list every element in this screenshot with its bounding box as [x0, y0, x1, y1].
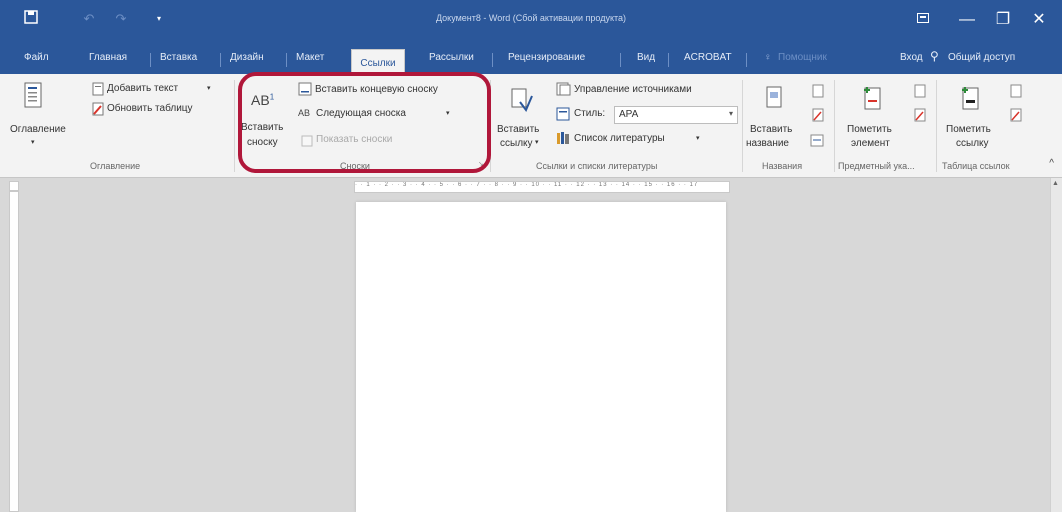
update-table-button[interactable]: Обновить таблицу [107, 103, 193, 114]
ribbon-tabs: Файл Главная Вставка Дизайн Макет Ссылки… [0, 40, 1062, 74]
insert-table-of-figures-icon[interactable] [812, 84, 824, 103]
vertical-ruler[interactable] [9, 191, 19, 512]
citations-group-label: Ссылки и списки литературы [536, 161, 658, 171]
minimize-icon: — [959, 11, 975, 28]
word-window: ↶ ↷ ▾ Документ8 - Word (Сбой активации п… [0, 0, 1062, 512]
chevron-down-icon: ▾ [728, 109, 733, 118]
share-icon[interactable]: ⚲ [930, 49, 939, 63]
mark-citation-label-1[interactable]: Пометить [946, 124, 991, 135]
share-button[interactable]: Общий доступ [948, 52, 1015, 63]
window-title: Документ8 - Word (Сбой активации продукт… [435, 13, 627, 23]
insert-index-icon[interactable] [914, 84, 926, 103]
mark-entry-icon [862, 84, 882, 115]
style-label: Стиль: [574, 108, 606, 119]
ribbon: Оглавление ▾ Добавить текст ▾ Обновить т… [0, 74, 1062, 178]
cross-reference-icon[interactable] [810, 134, 824, 152]
add-text-dropdown-icon[interactable]: ▾ [207, 84, 211, 92]
tell-me-icon[interactable]: ♀ [764, 52, 772, 63]
tab-insert[interactable]: Вставка [160, 52, 197, 63]
table-of-contents-icon [24, 82, 42, 113]
tab-review[interactable]: Рецензирование [508, 52, 585, 63]
toc-dropdown-icon[interactable]: ▾ [31, 138, 35, 146]
tab-design[interactable]: Дизайн [230, 52, 264, 63]
mark-entry-label-2[interactable]: элемент [851, 138, 890, 149]
bibliography-dropdown-icon[interactable]: ▾ [696, 134, 700, 142]
captions-group-label: Названия [762, 161, 803, 171]
insert-citation-dropdown-icon[interactable]: ▾ [535, 138, 539, 146]
style-icon [556, 107, 571, 126]
minimize-button[interactable]: — [950, 6, 984, 34]
restore-button[interactable]: ❐ [986, 6, 1020, 34]
tell-me-box[interactable]: Помощник [778, 52, 827, 63]
title-bar: ↶ ↷ ▾ Документ8 - Word (Сбой активации п… [0, 0, 1062, 40]
tab-selector[interactable] [9, 181, 19, 191]
sign-in-link[interactable]: Вход [900, 52, 923, 63]
group-divider [936, 80, 937, 172]
toc-group-label: Оглавление [90, 161, 141, 171]
horizontal-ruler[interactable]: · · 1 · · 2 · · 3 · · 4 · · 5 · · 6 · · … [354, 181, 730, 193]
group-divider [834, 80, 835, 172]
tab-divider [746, 53, 747, 67]
bibliography-icon [556, 131, 571, 150]
insert-citation-label-2[interactable]: ссылку [500, 138, 533, 149]
tab-divider [492, 53, 493, 67]
footnotes-highlight-frame [238, 72, 491, 173]
insert-citation-label-1[interactable]: Вставить [497, 124, 539, 135]
document-page[interactable] [356, 202, 726, 512]
tab-home[interactable]: Главная [89, 52, 127, 63]
citation-style-value: APA [619, 109, 639, 120]
update-table-icon [92, 102, 104, 121]
update-index-icon[interactable] [914, 108, 926, 127]
mark-citation-icon [960, 84, 980, 115]
vertical-scrollbar[interactable]: ▲ [1050, 178, 1062, 512]
tab-layout[interactable]: Макет [296, 52, 324, 63]
add-text-icon [92, 82, 104, 101]
tab-references-label: Ссылки [360, 58, 396, 69]
index-group-label: Предметный ука... [838, 161, 915, 171]
group-divider [742, 80, 743, 172]
update-figures-icon[interactable] [812, 108, 824, 127]
insert-caption-label-1[interactable]: Вставить [750, 124, 792, 135]
tab-file[interactable]: Файл [24, 52, 49, 63]
insert-table-of-authorities-icon[interactable] [1010, 84, 1022, 103]
tab-mailings[interactable]: Рассылки [429, 52, 474, 63]
collapse-ribbon-icon[interactable]: ^ [1049, 158, 1054, 169]
group-divider [234, 80, 235, 172]
tab-divider [150, 53, 151, 67]
toa-group-label: Таблица ссылок [942, 161, 1010, 171]
tab-divider [286, 53, 287, 67]
tab-view[interactable]: Вид [637, 52, 655, 63]
insert-caption-icon [766, 86, 782, 113]
citation-style-select[interactable]: APA ▾ [614, 106, 738, 124]
mark-citation-label-2[interactable]: ссылку [956, 138, 989, 149]
toc-button[interactable]: Оглавление [10, 124, 66, 135]
manage-sources-button[interactable]: Управление источниками [574, 84, 692, 95]
tab-divider [620, 53, 621, 67]
scroll-up-icon[interactable]: ▲ [1052, 180, 1059, 187]
close-icon: ✕ [1032, 11, 1046, 28]
tab-divider [668, 53, 669, 67]
mark-entry-label-1[interactable]: Пометить [847, 124, 892, 135]
restore-icon: ❐ [995, 11, 1011, 28]
manage-sources-icon [556, 82, 571, 101]
update-table-of-authorities-icon[interactable] [1010, 108, 1022, 127]
tab-references[interactable]: Ссылки [351, 49, 405, 74]
insert-citation-icon [511, 88, 533, 119]
insert-caption-label-2[interactable]: название [746, 138, 789, 149]
tab-divider [220, 53, 221, 67]
add-text-button[interactable]: Добавить текст [107, 83, 178, 94]
ribbon-display-options-icon[interactable] [914, 10, 932, 28]
close-button[interactable]: ✕ [1022, 6, 1056, 34]
bibliography-button[interactable]: Список литературы [574, 133, 665, 144]
tab-acrobat[interactable]: ACROBAT [684, 52, 732, 63]
